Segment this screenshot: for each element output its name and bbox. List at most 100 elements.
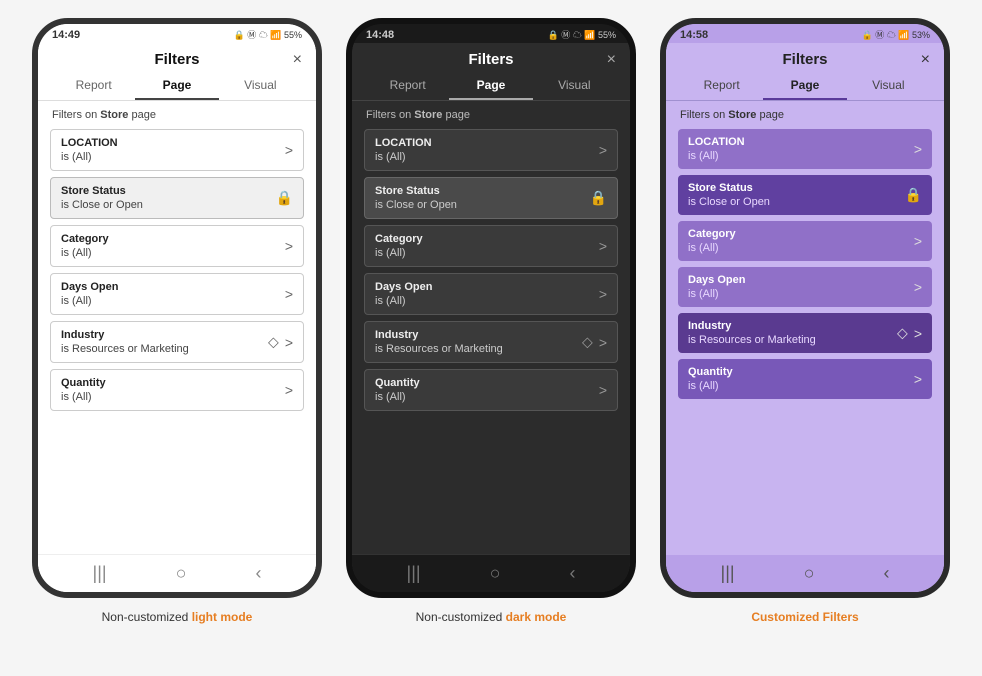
filter-card-1[interactable]: Store Statusis Close or Open🔒 xyxy=(678,175,932,215)
filter-card-icons: > xyxy=(599,286,607,302)
close-button[interactable]: × xyxy=(921,51,930,69)
phone-caption: Non-customized light mode xyxy=(102,610,253,624)
filter-card-3[interactable]: Days Openis (All)> xyxy=(678,267,932,307)
filter-value: is (All) xyxy=(375,295,607,307)
chevron-right-icon: > xyxy=(285,238,293,254)
filter-card-0[interactable]: LOCATIONis (All)> xyxy=(50,129,304,171)
filter-card-3[interactable]: Days Openis (All)> xyxy=(50,273,304,315)
phone-caption: Customized Filters xyxy=(751,610,858,624)
filters-list: LOCATIONis (All)> Store Status is Close or… xyxy=(38,125,316,554)
filters-list: LOCATIONis (All)> Store Statusis Close or… xyxy=(352,125,630,554)
nav-bar: ||| ○ ‹ xyxy=(38,554,316,592)
status-icons: 🔒 Ⓜ ☁ 📶 53% xyxy=(862,28,930,41)
filter-value: is (All) xyxy=(688,150,922,162)
tabs-bar: ReportPageVisual xyxy=(38,72,316,101)
filter-label: Days Open xyxy=(61,281,293,293)
status-time: 14:49 xyxy=(52,29,80,41)
tab-page[interactable]: Page xyxy=(763,72,846,100)
filter-card-1[interactable]: Store Statusis Close or Open🔒 xyxy=(50,177,304,219)
nav-menu-icon[interactable]: ||| xyxy=(721,563,735,584)
tab-page[interactable]: Page xyxy=(449,72,532,100)
tab-page[interactable]: Page xyxy=(135,72,218,100)
filter-card-2[interactable]: Category is (All)> xyxy=(364,225,618,267)
filter-card-icons: 🔒 xyxy=(590,190,607,207)
filters-subtitle: Filters on Store page xyxy=(38,101,316,125)
nav-menu-icon[interactable]: ||| xyxy=(93,563,107,584)
tab-report[interactable]: Report xyxy=(52,72,135,100)
panel-header: Filters × xyxy=(666,43,944,72)
filter-label: Quantity xyxy=(375,377,607,389)
filter-card-1[interactable]: Store Statusis Close or Open🔒 xyxy=(364,177,618,219)
phone-dark: 14:48 🔒 Ⓜ ☁ 📶 55% Filters × ReportPageVi… xyxy=(346,18,636,598)
panel-title: Filters xyxy=(468,51,513,68)
filter-card-4[interactable]: Industryis Resources or Marketing◇> xyxy=(678,313,932,353)
filter-value: is (All) xyxy=(688,288,922,300)
filter-value: is (All) xyxy=(375,247,607,259)
filter-card-0[interactable]: LOCATIONis (All)> xyxy=(678,129,932,169)
close-button[interactable]: × xyxy=(607,51,616,69)
filter-card-icons: > xyxy=(914,141,922,157)
filter-card-icons: 🔒 xyxy=(905,187,922,204)
filter-label: Category xyxy=(375,233,607,245)
filter-card-4[interactable]: Industryis Resources or Marketing◇> xyxy=(364,321,618,363)
phone-wrapper-dark: 14:48 🔒 Ⓜ ☁ 📶 55% Filters × ReportPageVi… xyxy=(346,18,636,624)
filter-value: is (All) xyxy=(688,242,922,254)
filter-card-5[interactable]: Quantityis (All)> xyxy=(50,369,304,411)
chevron-right-icon: > xyxy=(914,371,922,387)
phone-caption: Non-customized dark mode xyxy=(416,610,567,624)
chevron-right-icon: > xyxy=(914,233,922,249)
filter-label: Store Status xyxy=(375,185,607,197)
filter-value: is (All) xyxy=(61,247,293,259)
chevron-right-icon: > xyxy=(599,142,607,158)
filter-card-3[interactable]: Days Openis (All)> xyxy=(364,273,618,315)
tab-visual[interactable]: Visual xyxy=(847,72,930,100)
filter-value: is Close or Open xyxy=(61,199,293,211)
filter-label: Industry xyxy=(61,329,293,341)
status-bar: 14:48 🔒 Ⓜ ☁ 📶 55% xyxy=(352,24,630,43)
filter-card-4[interactable]: Industryis Resources or Marketing◇> xyxy=(50,321,304,363)
filter-card-icons: > xyxy=(914,371,922,387)
filter-card-2[interactable]: Category is (All)> xyxy=(50,225,304,267)
tab-visual[interactable]: Visual xyxy=(219,72,302,100)
chevron-right-icon: > xyxy=(599,286,607,302)
tab-report[interactable]: Report xyxy=(366,72,449,100)
filter-label: Quantity xyxy=(688,366,922,378)
chevron-right-icon: > xyxy=(599,382,607,398)
nav-home-icon[interactable]: ○ xyxy=(176,563,187,584)
filter-card-icons: > xyxy=(599,238,607,254)
filter-value: is (All) xyxy=(375,391,607,403)
phone-wrapper-light: 14:49 🔒 Ⓜ ☁ 📶 55% Filters × ReportPageVi… xyxy=(32,18,322,624)
filter-value: is Resources or Marketing xyxy=(688,334,922,346)
filter-value: is Close or Open xyxy=(688,196,922,208)
phone-purple: 14:58 🔒 Ⓜ ☁ 📶 53% Filters × ReportPageVi… xyxy=(660,18,950,598)
filter-card-icons: ◇> xyxy=(897,325,922,342)
chevron-right-icon: > xyxy=(285,382,293,398)
chevron-right-icon: > xyxy=(914,141,922,157)
tab-report[interactable]: Report xyxy=(680,72,763,100)
filter-card-5[interactable]: Quantity is (All)> xyxy=(364,369,618,411)
tab-visual[interactable]: Visual xyxy=(533,72,616,100)
filter-label: Category xyxy=(61,233,293,245)
chevron-right-icon: > xyxy=(285,142,293,158)
phone-wrapper-purple: 14:58 🔒 Ⓜ ☁ 📶 53% Filters × ReportPageVi… xyxy=(660,18,950,624)
filters-subtitle: Filters on Store page xyxy=(666,101,944,125)
filter-value: is Resources or Marketing xyxy=(61,343,293,355)
filter-card-icons: > xyxy=(599,142,607,158)
nav-back-icon[interactable]: ‹ xyxy=(569,563,575,584)
filter-label: Store Status xyxy=(61,185,293,197)
filter-card-2[interactable]: Categoryis (All)> xyxy=(678,221,932,261)
status-icons: 🔒 Ⓜ ☁ 📶 55% xyxy=(548,28,616,41)
filter-card-5[interactable]: Quantityis (All)> xyxy=(678,359,932,399)
nav-home-icon[interactable]: ○ xyxy=(804,563,815,584)
nav-back-icon[interactable]: ‹ xyxy=(255,563,261,584)
nav-back-icon[interactable]: ‹ xyxy=(883,563,889,584)
phone-light: 14:49 🔒 Ⓜ ☁ 📶 55% Filters × ReportPageVi… xyxy=(32,18,322,598)
filter-card-0[interactable]: LOCATIONis (All)> xyxy=(364,129,618,171)
nav-home-icon[interactable]: ○ xyxy=(490,563,501,584)
caption-highlight: light mode xyxy=(192,610,253,624)
panel-header: Filters × xyxy=(38,43,316,72)
nav-menu-icon[interactable]: ||| xyxy=(407,563,421,584)
close-button[interactable]: × xyxy=(293,51,302,69)
tabs-bar: ReportPageVisual xyxy=(666,72,944,101)
phones-container: 14:49 🔒 Ⓜ ☁ 📶 55% Filters × ReportPageVi… xyxy=(32,10,950,624)
